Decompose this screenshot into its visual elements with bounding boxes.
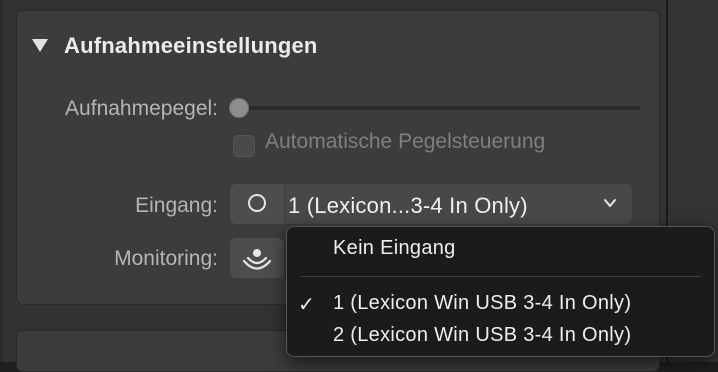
menu-item-input-2[interactable]: 2 (Lexicon Win USB 3-4 In Only)	[333, 324, 631, 347]
monitoring-waves-icon	[242, 249, 272, 270]
monitoring-button[interactable]	[230, 238, 284, 278]
auto-level-label: Automatische Pegelsteuerung	[265, 130, 546, 153]
recording-level-label: Aufnahmepegel:	[65, 97, 218, 120]
recording-level-slider-track[interactable]	[232, 106, 640, 110]
menu-item-input-1[interactable]: 1 (Lexicon Win USB 3-4 In Only)	[333, 292, 631, 315]
input-label: Eingang:	[135, 194, 218, 217]
input-select-value: 1 (Lexicon...3-4 In Only)	[288, 193, 528, 218]
menu-item-no-input[interactable]: Kein Eingang	[333, 237, 456, 260]
auto-level-checkbox[interactable]	[233, 135, 255, 157]
disclosure-triangle-icon[interactable]	[32, 39, 48, 52]
circle-input-icon	[248, 194, 266, 212]
chevron-down-icon	[604, 199, 616, 207]
section-title[interactable]: Aufnahmeeinstellungen	[64, 33, 318, 59]
monitoring-label: Monitoring:	[114, 247, 218, 270]
menu-separator	[300, 276, 701, 277]
checkmark-icon: ✓	[298, 294, 315, 316]
recording-level-slider-knob[interactable]	[229, 98, 249, 118]
